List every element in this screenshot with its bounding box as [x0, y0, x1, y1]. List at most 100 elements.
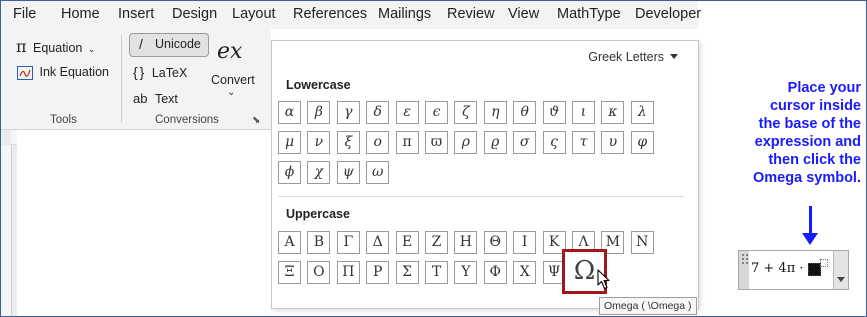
- pi-icon: π: [16, 37, 27, 56]
- lowercase-symbol-button[interactable]: υ: [601, 131, 625, 154]
- uppercase-symbol-button[interactable]: Θ: [483, 231, 507, 254]
- uppercase-symbol-button[interactable]: B: [307, 231, 331, 254]
- uppercase-symbol-button[interactable]: E: [395, 231, 419, 254]
- uppercase-symbol-button[interactable]: Φ: [483, 261, 507, 284]
- lowercase-symbol-button[interactable]: α: [278, 101, 301, 124]
- text-button[interactable]: ab Text: [133, 91, 178, 106]
- uppercase-symbol-button[interactable]: Γ: [336, 231, 360, 254]
- equation-box[interactable]: 7 + 4π ·: [738, 250, 849, 290]
- document-page[interactable]: [17, 130, 271, 316]
- uppercase-symbol-button[interactable]: Υ: [454, 261, 478, 284]
- lowercase-symbol-button[interactable]: λ: [630, 101, 654, 124]
- lowercase-symbol-button[interactable]: ϵ: [425, 101, 448, 124]
- lowercase-symbol-button[interactable]: ι: [572, 101, 595, 124]
- text-label: Text: [154, 92, 178, 106]
- lowercase-symbol-button[interactable]: θ: [513, 101, 537, 124]
- lowercase-symbol-button[interactable]: ϕ: [278, 161, 301, 184]
- lowercase-symbol-button[interactable]: δ: [366, 101, 390, 124]
- tab-mailings[interactable]: Mailings: [378, 6, 431, 22]
- ink-equation-label: Ink Equation: [39, 65, 109, 79]
- tab-mathtype[interactable]: MathType: [557, 6, 621, 22]
- slash-icon: /: [139, 36, 143, 52]
- equation-options-button[interactable]: [833, 251, 848, 289]
- unicode-button[interactable]: / Unicode: [129, 33, 209, 57]
- tab-review[interactable]: Review: [447, 6, 495, 22]
- arrow-head-icon: [802, 233, 818, 245]
- screenshot-frame: File Home Insert Design Layout Reference…: [0, 0, 867, 317]
- lowercase-symbol-button[interactable]: ς: [542, 131, 566, 154]
- mouse-pointer-icon: [597, 269, 610, 290]
- tab-layout[interactable]: Layout: [232, 6, 276, 22]
- section-divider: [278, 196, 684, 197]
- group-divider: [121, 35, 122, 123]
- lowercase-symbol-button[interactable]: β: [307, 101, 331, 124]
- equation-superscript-placeholder[interactable]: [820, 259, 828, 267]
- uppercase-symbol-button[interactable]: T: [425, 261, 448, 284]
- uppercase-symbol-button[interactable]: H: [454, 231, 478, 254]
- lowercase-symbol-button[interactable]: χ: [307, 161, 331, 184]
- lowercase-symbol-button[interactable]: ν: [307, 131, 331, 154]
- lowercase-symbol-button[interactable]: κ: [601, 101, 625, 124]
- dialog-launcher-icon[interactable]: ⬊: [252, 115, 260, 126]
- lowercase-symbol-button[interactable]: ϑ: [542, 101, 566, 124]
- uppercase-title: Uppercase: [286, 207, 350, 221]
- lowercase-symbol-button[interactable]: ο: [366, 131, 390, 154]
- tab-developer[interactable]: Developer: [635, 6, 701, 22]
- arrow-down-icon: [809, 206, 812, 236]
- latex-button[interactable]: {} LaTeX: [133, 64, 187, 80]
- uppercase-symbol-button[interactable]: Z: [425, 231, 448, 254]
- ribbon-tab-bar: File Home Insert Design Layout Reference…: [1, 1, 701, 29]
- uppercase-symbol-button[interactable]: Δ: [366, 231, 390, 254]
- tools-group-label: Tools: [50, 114, 77, 126]
- convert-ex-icon: ex: [217, 39, 243, 64]
- conversions-group-label: Conversions: [155, 114, 219, 126]
- uppercase-symbol-button[interactable]: P: [366, 261, 390, 284]
- convert-chevron-icon[interactable]: ⌄: [227, 87, 235, 98]
- chevron-down-icon: ⌄: [87, 44, 96, 54]
- uppercase-symbol-button[interactable]: X: [513, 261, 537, 284]
- uppercase-symbol-button[interactable]: O: [307, 261, 331, 284]
- equation-grip-handle[interactable]: [739, 251, 749, 289]
- instruction-text: Place your cursor inside the base of the…: [753, 80, 861, 186]
- tab-home[interactable]: Home: [61, 6, 100, 22]
- lowercase-symbol-button[interactable]: μ: [278, 131, 301, 154]
- lowercase-symbol-button[interactable]: τ: [572, 131, 595, 154]
- equation-button[interactable]: π Equation ⌄: [16, 37, 95, 56]
- uppercase-symbol-button[interactable]: Σ: [395, 261, 419, 284]
- uppercase-symbol-button[interactable]: A: [278, 231, 301, 254]
- convert-button[interactable]: Convert: [211, 73, 255, 87]
- convert-label: Convert: [211, 73, 255, 87]
- braces-icon: {}: [133, 64, 147, 80]
- lowercase-symbol-button[interactable]: ρ: [454, 131, 478, 154]
- uppercase-symbol-button[interactable]: I: [513, 231, 537, 254]
- symbol-set-selector[interactable]: Greek Letters: [588, 50, 664, 64]
- uppercase-symbol-button[interactable]: Π: [336, 261, 360, 284]
- lowercase-symbol-button[interactable]: φ: [630, 131, 654, 154]
- lowercase-symbol-button[interactable]: ζ: [454, 101, 478, 124]
- tab-design[interactable]: Design: [172, 6, 217, 22]
- uppercase-symbol-button[interactable]: Ξ: [278, 261, 301, 284]
- lowercase-symbol-button[interactable]: ϱ: [483, 131, 507, 154]
- lowercase-symbol-button[interactable]: ε: [395, 101, 419, 124]
- tab-file[interactable]: File: [13, 6, 36, 22]
- tab-view[interactable]: View: [508, 6, 539, 22]
- ink-equation-button[interactable]: Ink Equation: [17, 65, 109, 80]
- equation-label: Equation: [33, 41, 83, 55]
- tab-insert[interactable]: Insert: [118, 6, 154, 22]
- lowercase-symbol-button[interactable]: ϖ: [425, 131, 448, 154]
- symbol-gallery-panel: Greek Letters Lowercase Uppercase αβγδεϵ…: [271, 40, 699, 315]
- lowercase-symbol-button[interactable]: ψ: [336, 161, 360, 184]
- lowercase-symbol-button[interactable]: ω: [366, 161, 390, 184]
- equation-text[interactable]: 7 + 4π ·: [751, 261, 804, 276]
- tab-references[interactable]: References: [293, 6, 367, 22]
- caret-down-icon: [837, 277, 845, 282]
- lowercase-symbol-button[interactable]: σ: [513, 131, 537, 154]
- lowercase-symbol-button[interactable]: η: [483, 101, 507, 124]
- lowercase-symbol-button[interactable]: γ: [336, 101, 360, 124]
- caret-down-icon[interactable]: [670, 54, 678, 59]
- lowercase-symbol-button[interactable]: ξ: [336, 131, 360, 154]
- uppercase-symbol-button[interactable]: N: [630, 231, 654, 254]
- lowercase-symbol-button[interactable]: π: [395, 131, 419, 154]
- ab-icon: ab: [133, 91, 148, 106]
- vertical-ruler: [1, 146, 12, 316]
